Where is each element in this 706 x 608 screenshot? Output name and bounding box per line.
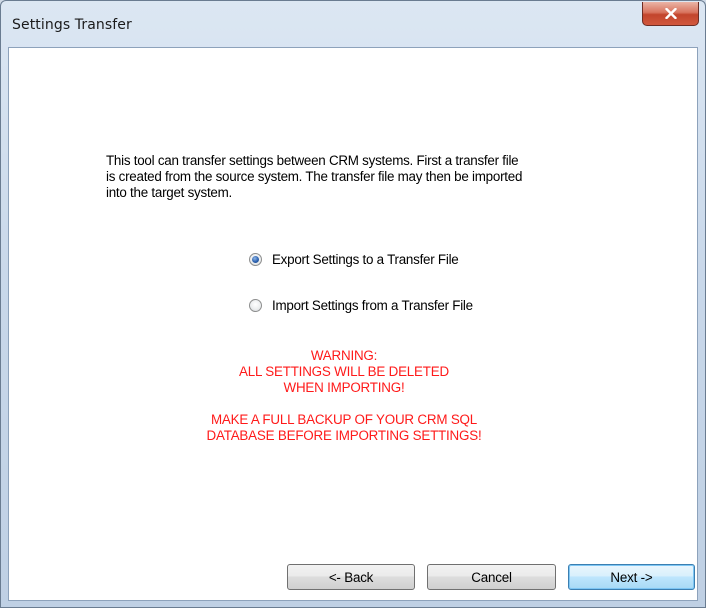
warning-line: MAKE A FULL BACKUP OF YOUR CRM SQL bbox=[210, 412, 478, 427]
cancel-button[interactable]: Cancel bbox=[427, 564, 556, 590]
import-radio[interactable] bbox=[249, 299, 262, 312]
import-option[interactable]: Import Settings from a Transfer File bbox=[249, 298, 473, 313]
export-option-label[interactable]: Export Settings to a Transfer File bbox=[272, 252, 459, 267]
export-option[interactable]: Export Settings to a Transfer File bbox=[249, 252, 459, 267]
close-button[interactable] bbox=[642, 2, 699, 26]
warning-line: WHEN IMPORTING! bbox=[283, 380, 405, 395]
warning-line: DATABASE BEFORE IMPORTING SETTINGS! bbox=[206, 428, 482, 443]
next-button[interactable]: Next -> bbox=[568, 564, 695, 590]
warning-spacer bbox=[99, 396, 589, 412]
description-line: is created from the source system. The t… bbox=[106, 169, 523, 184]
import-option-label[interactable]: Import Settings from a Transfer File bbox=[272, 298, 473, 313]
window-title: Settings Transfer bbox=[12, 17, 132, 33]
close-icon bbox=[664, 8, 677, 19]
description-text: This tool can transfer settings between … bbox=[106, 153, 596, 201]
warning-line: ALL SETTINGS WILL BE DELETED bbox=[239, 364, 449, 379]
back-button[interactable]: <- Back bbox=[287, 564, 415, 590]
settings-transfer-dialog: Settings Transfer This tool can transfer… bbox=[0, 0, 706, 608]
export-radio[interactable] bbox=[249, 253, 262, 266]
dialog-body: This tool can transfer settings between … bbox=[8, 47, 698, 601]
warning-message: WARNING: ALL SETTINGS WILL BE DELETED WH… bbox=[99, 348, 589, 444]
title-bar[interactable]: Settings Transfer bbox=[1, 1, 705, 47]
warning-line: WARNING: bbox=[310, 348, 378, 363]
description-line: into the target system. bbox=[106, 185, 232, 200]
description-line: This tool can transfer settings between … bbox=[106, 153, 519, 168]
